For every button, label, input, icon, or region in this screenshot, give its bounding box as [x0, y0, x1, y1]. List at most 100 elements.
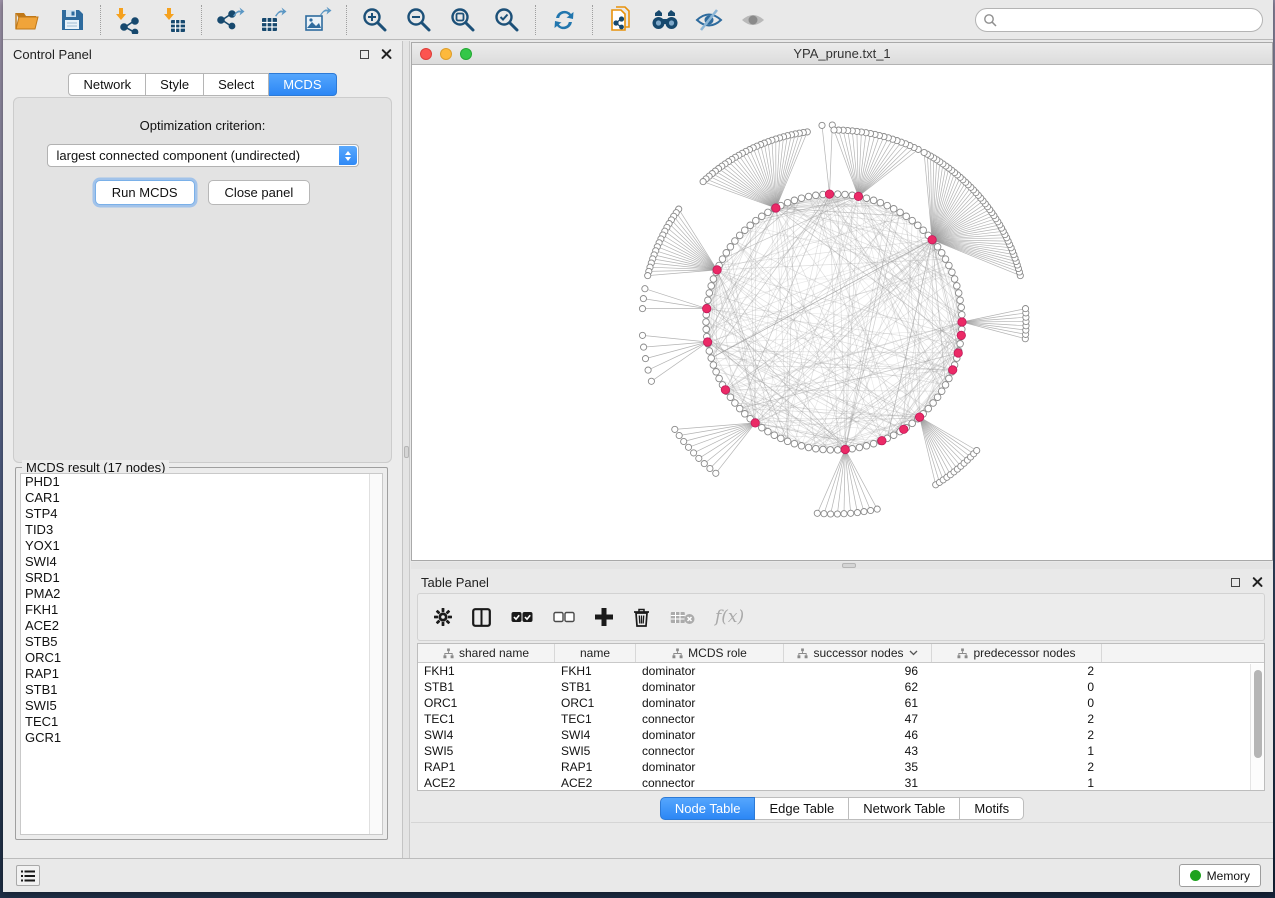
column-header-shared-name[interactable]: shared name [418, 644, 555, 662]
tab-network[interactable]: Network [68, 73, 146, 96]
tab-node-table[interactable]: Node Table [660, 797, 756, 820]
table-settings-icon[interactable] [434, 608, 452, 626]
main-toolbar [3, 0, 1273, 40]
result-scrollbar[interactable] [369, 474, 382, 834]
result-item[interactable]: ACE2 [21, 618, 382, 634]
import-network-icon[interactable] [114, 5, 144, 35]
close-panel-icon[interactable] [381, 49, 392, 60]
control-panel-titlebar: Control Panel [3, 41, 402, 67]
table-panel-titlebar: Table Panel [411, 569, 1273, 595]
memory-status-icon [1190, 870, 1201, 881]
float-panel-icon[interactable] [360, 50, 369, 59]
zoom-selected-icon[interactable] [492, 5, 522, 35]
show-columns-icon[interactable] [472, 608, 491, 627]
export-image-icon[interactable] [303, 5, 333, 35]
splitter-grip[interactable] [404, 446, 409, 458]
table-row[interactable]: ACE2ACE2connector311 [418, 775, 1264, 791]
select-all-icon[interactable] [511, 611, 533, 624]
show-status-dialog-icon[interactable] [16, 865, 40, 886]
result-item[interactable]: SWI4 [21, 554, 382, 570]
table-row[interactable]: SWI4SWI4dominator462 [418, 727, 1264, 743]
app-window: Control Panel NetworkStyleSelectMCDS Opt… [3, 0, 1273, 892]
tab-motifs[interactable]: Motifs [960, 797, 1024, 820]
result-item[interactable]: STP4 [21, 506, 382, 522]
tab-select[interactable]: Select [204, 73, 269, 96]
refresh-network-icon[interactable] [549, 5, 579, 35]
memory-button[interactable]: Memory [1179, 864, 1261, 887]
network-from-selection-icon[interactable] [606, 5, 636, 35]
table-scrollbar-thumb[interactable] [1254, 670, 1262, 758]
search-box [975, 8, 1263, 32]
result-item[interactable]: GCR1 [21, 730, 382, 746]
result-item[interactable]: CAR1 [21, 490, 382, 506]
result-item[interactable]: RAP1 [21, 666, 382, 682]
table-header-row: shared namenameMCDS rolesuccessor nodesp… [418, 644, 1264, 663]
select-stepper-icon [339, 146, 357, 165]
search-input[interactable] [975, 8, 1263, 32]
first-neighbors-icon[interactable] [650, 5, 680, 35]
memory-label: Memory [1207, 869, 1250, 883]
zoom-out-icon[interactable] [404, 5, 434, 35]
run-mcds-button[interactable]: Run MCDS [95, 180, 195, 205]
hide-selected-icon[interactable] [694, 5, 724, 35]
table-panel: Table Panel [411, 569, 1273, 858]
add-icon[interactable] [595, 608, 613, 626]
optimization-select[interactable]: largest connected component (undirected) [47, 144, 359, 167]
export-network-icon[interactable] [215, 5, 245, 35]
mcds-panel: Optimization criterion: largest connecte… [13, 97, 392, 463]
table-row[interactable]: STB1STB1dominator620 [418, 679, 1264, 695]
close-panel-button[interactable]: Close panel [208, 180, 311, 205]
table-tabs: Node TableEdge TableNetwork TableMotifs [411, 796, 1273, 820]
table-row[interactable]: TEC1TEC1connector472 [418, 711, 1264, 727]
result-item[interactable]: TID3 [21, 522, 382, 538]
table-close-icon[interactable] [1252, 577, 1263, 588]
status-bar: Memory [3, 858, 1273, 892]
node-table: shared namenameMCDS rolesuccessor nodesp… [417, 643, 1265, 791]
zoom-in-icon[interactable] [360, 5, 390, 35]
result-item[interactable]: PHD1 [21, 474, 382, 490]
export-table-icon[interactable] [259, 5, 289, 35]
zoom-fit-icon[interactable] [448, 5, 478, 35]
result-item[interactable]: TEC1 [21, 714, 382, 730]
control-panel: Control Panel NetworkStyleSelectMCDS Opt… [3, 41, 403, 858]
column-header-name[interactable]: name [555, 644, 636, 662]
network-canvas[interactable] [412, 65, 1272, 560]
table-body: FKH1FKH1dominator962STB1STB1dominator620… [418, 663, 1264, 791]
table-row[interactable]: SWI5SWI5connector431 [418, 743, 1264, 759]
import-table-icon[interactable] [158, 5, 188, 35]
table-row[interactable]: FKH1FKH1dominator962 [418, 663, 1264, 679]
result-item[interactable]: FKH1 [21, 602, 382, 618]
function-builder-icon: f(x) [715, 607, 744, 627]
horizontal-splitter[interactable] [411, 562, 1273, 569]
open-session-icon[interactable] [13, 5, 43, 35]
result-item[interactable]: SRD1 [21, 570, 382, 586]
result-item[interactable]: PMA2 [21, 586, 382, 602]
tab-network-table[interactable]: Network Table [849, 797, 960, 820]
network-title: YPA_prune.txt_1 [412, 46, 1272, 61]
network-titlebar: YPA_prune.txt_1 [412, 43, 1272, 65]
table-scrollbar[interactable] [1250, 664, 1264, 790]
tab-style[interactable]: Style [146, 73, 204, 96]
table-row[interactable]: RAP1RAP1dominator352 [418, 759, 1264, 775]
control-tabs: NetworkStyleSelectMCDS [3, 73, 402, 96]
show-all-icon[interactable] [738, 5, 768, 35]
optimization-value: largest connected component (undirected) [57, 148, 301, 163]
save-session-icon[interactable] [57, 5, 87, 35]
table-float-icon[interactable] [1231, 578, 1240, 587]
result-item[interactable]: YOX1 [21, 538, 382, 554]
result-item[interactable]: SWI5 [21, 698, 382, 714]
column-header-successor-nodes[interactable]: successor nodes [784, 644, 932, 662]
result-item[interactable]: ORC1 [21, 650, 382, 666]
result-item[interactable]: STB5 [21, 634, 382, 650]
h-splitter-grip[interactable] [842, 563, 856, 568]
tab-edge-table[interactable]: Edge Table [755, 797, 849, 820]
vertical-splitter[interactable] [403, 41, 410, 858]
column-header-MCDS-role[interactable]: MCDS role [636, 644, 784, 662]
table-panel-title: Table Panel [421, 575, 489, 590]
tab-mcds[interactable]: MCDS [269, 73, 336, 96]
delete-icon[interactable] [633, 608, 650, 627]
table-row[interactable]: ORC1ORC1dominator610 [418, 695, 1264, 711]
column-header-predecessor-nodes[interactable]: predecessor nodes [932, 644, 1102, 662]
result-item[interactable]: STB1 [21, 682, 382, 698]
deselect-all-icon[interactable] [553, 611, 575, 624]
